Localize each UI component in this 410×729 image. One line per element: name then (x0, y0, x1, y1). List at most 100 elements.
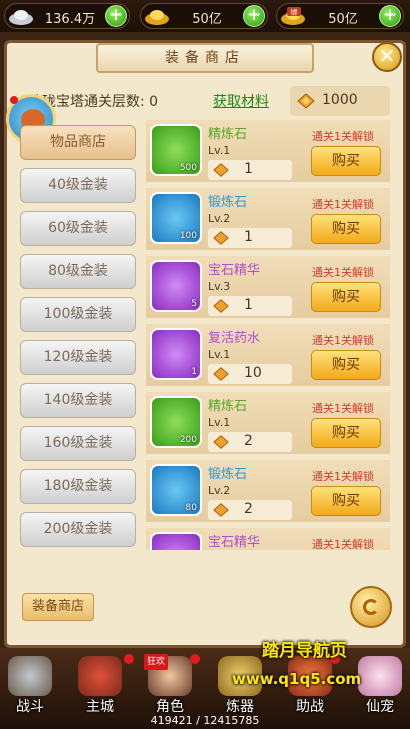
nav-label: 主城 (86, 699, 114, 715)
item-name: 宝石精华 (208, 263, 261, 278)
add-silver-button[interactable]: + (105, 5, 127, 27)
sidebar-item-lv100[interactable]: 100级金装 (20, 297, 136, 332)
item-name: 锻炼石 (208, 467, 248, 482)
unlock-requirement: 通关1关解锁 (312, 334, 374, 347)
price-value: 1 (244, 229, 253, 245)
exchange-button[interactable] (350, 586, 392, 628)
add-gold-button[interactable]: + (243, 5, 265, 27)
watermark-title: 踏月导航页 (262, 641, 347, 661)
item-name: 精炼石 (208, 399, 248, 414)
refining-stone-icon: 500 (150, 124, 202, 176)
city-gate-icon (78, 656, 122, 696)
gold-ingot-icon (145, 10, 169, 25)
nav-label: 战斗 (16, 699, 44, 715)
material-gem-icon (213, 163, 229, 177)
item-level: Lv.3 (208, 280, 231, 293)
notification-dot (124, 654, 134, 664)
notification-dot (10, 96, 18, 104)
bound-gold-ingot-icon: 绑 (281, 7, 305, 25)
nav-label: 仙宠 (366, 699, 394, 715)
nav-city[interactable]: 主城 (72, 654, 128, 716)
equipment-shop-button[interactable]: 装备商店 (22, 593, 94, 621)
silver-amount: 136.4万 (44, 12, 96, 27)
item-name: 复活药水 (208, 331, 261, 346)
sidebar-item-lv140[interactable]: 140级金装 (20, 383, 136, 418)
sidebar-item-item-shop[interactable]: 物品商店 (20, 125, 136, 160)
item-count: 5 (191, 299, 197, 309)
gem-essence-icon: 5 (150, 260, 202, 312)
gold-amount: 50亿 (192, 12, 222, 27)
item-price: 1 (208, 228, 292, 248)
material-gem-icon (297, 93, 315, 109)
add-bound-gold-button[interactable]: + (379, 5, 401, 27)
material-gem-icon (213, 299, 229, 313)
bound-gold-currency: 绑 50亿 + (276, 3, 404, 29)
list-item: 200 精炼石 Lv.1 2 通关1关解锁 购买 (146, 392, 390, 456)
sidebar-item-lv180[interactable]: 180级金装 (20, 469, 136, 504)
item-level: Lv.1 (208, 416, 231, 429)
item-count: 1 (191, 367, 197, 377)
buy-button[interactable]: 购买 (311, 282, 381, 312)
sidebar-item-lv200[interactable]: 200级金装 (20, 512, 136, 547)
item-price: 10 (208, 364, 292, 384)
item-name: 精炼石 (208, 127, 248, 142)
item-count: 80 (185, 503, 197, 513)
close-icon: ✕ (378, 44, 396, 68)
price-value: 10 (244, 365, 262, 381)
floors-value: 0 (149, 94, 159, 110)
sidebar-item-lv120[interactable]: 120级金装 (20, 340, 136, 375)
material-gem-icon (213, 367, 229, 381)
item-level: Lv.2 (208, 484, 231, 497)
gold-currency: 50亿 + (140, 3, 268, 29)
close-button[interactable]: ✕ (372, 42, 402, 72)
svg-text:绑: 绑 (291, 8, 298, 17)
unlock-requirement: 通关1关解锁 (312, 538, 374, 550)
unlock-requirement: 通关1关解锁 (312, 130, 374, 143)
item-level: Lv.2 (208, 212, 231, 225)
unlock-requirement: 通关1关解锁 (312, 198, 374, 211)
material-count-value: 1000 (322, 92, 358, 108)
notification-dot (190, 654, 200, 664)
price-value: 2 (244, 501, 253, 517)
material-gem-icon (213, 503, 229, 517)
buy-button[interactable]: 购买 (311, 486, 381, 516)
sidebar-item-lv40[interactable]: 40级金装 (20, 168, 136, 203)
watermark-url: www.q1q5.com (232, 670, 362, 688)
sidebar-item-lv80[interactable]: 80级金装 (20, 254, 136, 289)
buy-button[interactable]: 购买 (311, 214, 381, 244)
item-level: Lv.1 (208, 348, 231, 361)
nav-battle[interactable]: 战斗 (2, 654, 58, 716)
list-item: 80 锻炼石 Lv.2 2 通关1关解锁 购买 (146, 460, 390, 524)
price-value: 1 (244, 161, 253, 177)
sidebar-item-lv60[interactable]: 60级金装 (20, 211, 136, 246)
list-item: 500 精炼石 Lv.1 1 通关1关解锁 购买 (146, 120, 390, 184)
forging-stone-icon: 80 (150, 464, 202, 516)
event-badge: 狂欢 (144, 654, 168, 670)
sidebar-item-lv160[interactable]: 160级金装 (20, 426, 136, 461)
buy-button[interactable]: 购买 (311, 146, 381, 176)
material-gem-icon (213, 435, 229, 449)
shop-item-list[interactable]: 500 精炼石 Lv.1 1 通关1关解锁 购买 100 锻炼石 Lv.2 1 … (146, 120, 390, 550)
item-level: Lv.1 (208, 144, 231, 157)
revive-potion-icon: 1 (150, 328, 202, 380)
currency-bar: 136.4万 + 50亿 + 绑 50亿 + (0, 0, 410, 32)
forging-stone-icon: 100 (150, 192, 202, 244)
item-name: 锻炼石 (208, 195, 248, 210)
unlock-requirement: 通关1关解锁 (312, 402, 374, 415)
experience-text: 419421 / 12415785 (150, 714, 260, 727)
material-gem-icon (213, 231, 229, 245)
item-price: 2 (208, 432, 292, 452)
price-value: 1 (244, 297, 253, 313)
page-title: 装备商店 (96, 43, 314, 73)
pet-icon (358, 656, 402, 696)
item-count: 100 (179, 231, 197, 241)
get-materials-link[interactable]: 获取材料 (213, 91, 269, 111)
item-price: 1 (208, 160, 292, 180)
buy-button[interactable]: 购买 (311, 350, 381, 380)
buy-button[interactable]: 购买 (311, 418, 381, 448)
refining-stone-icon: 200 (150, 396, 202, 448)
price-value: 2 (244, 433, 253, 449)
item-price: 1 (208, 296, 292, 316)
unlock-requirement: 通关1关解锁 (312, 470, 374, 483)
swords-icon (8, 656, 52, 696)
